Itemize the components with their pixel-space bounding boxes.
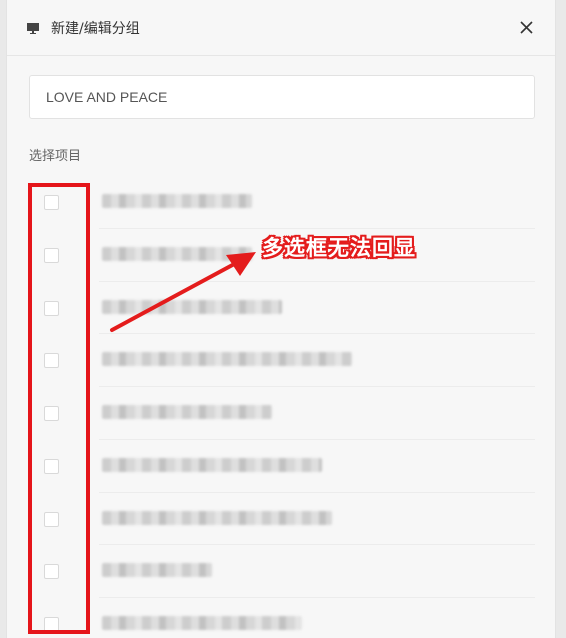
select-projects-label: 选择项目 [29, 149, 82, 164]
blurred-project-name [102, 510, 332, 525]
annotation-text: 多选框无法回显 [262, 236, 416, 260]
project-checkbox[interactable] [44, 458, 59, 474]
close-icon[interactable] [515, 17, 537, 39]
list-item [29, 176, 535, 229]
dialog-title: 新建/编辑分组 [51, 20, 140, 37]
list-item [29, 493, 535, 546]
dialog-header: 新建/编辑分组 [7, 0, 555, 56]
project-checkbox[interactable] [44, 300, 59, 316]
monitor-icon [27, 23, 39, 34]
project-checkbox[interactable] [44, 617, 59, 632]
list-item [29, 598, 535, 638]
project-checkbox[interactable] [44, 195, 59, 210]
list-item [29, 334, 535, 387]
blurred-project-name [102, 299, 282, 314]
project-checkbox[interactable] [44, 247, 59, 263]
list-item [29, 387, 535, 440]
list-item [29, 545, 535, 598]
project-checkbox[interactable] [44, 353, 59, 369]
blurred-project-name [102, 194, 252, 208]
blurred-project-name [102, 457, 322, 472]
list-item [29, 282, 535, 335]
blurred-project-name [102, 352, 352, 367]
blurred-project-name [102, 405, 272, 419]
blurred-project-name [102, 616, 302, 630]
group-name-input[interactable] [29, 75, 535, 119]
project-checkbox[interactable] [44, 406, 59, 421]
blurred-project-name [102, 563, 212, 578]
group-dialog: 新建/编辑分组 选择项目 [6, 0, 556, 638]
blurred-project-name [102, 246, 252, 261]
project-checkbox[interactable] [44, 564, 59, 580]
project-checkbox[interactable] [44, 511, 59, 527]
list-item [29, 440, 535, 493]
